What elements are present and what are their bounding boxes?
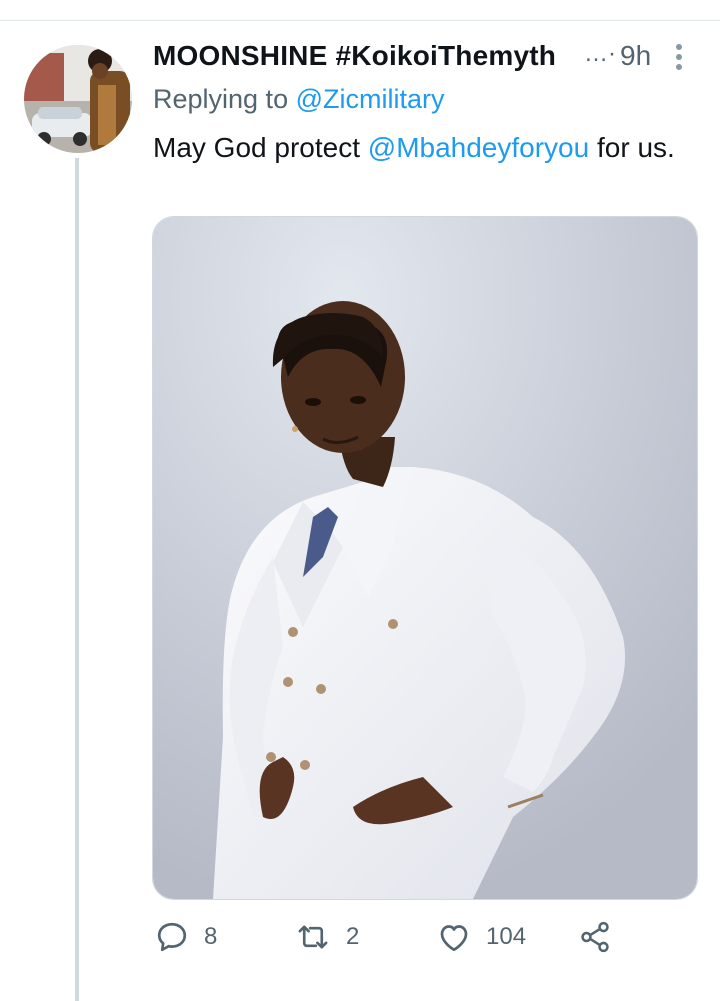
mention-link[interactable]: @Mbahdeyforyou [368,132,589,163]
name-truncation: …· [584,40,616,67]
tweet-text-end: for us. [589,132,675,163]
reply-button[interactable]: 8 [154,915,217,959]
replying-to: Replying to @Zicmilitary [153,84,445,115]
replying-handle-link[interactable]: @Zicmilitary [296,84,445,114]
timestamp[interactable]: 9h [620,40,651,72]
share-icon [578,920,612,954]
top-divider [0,20,720,21]
like-icon [436,919,472,955]
thread-line [75,158,79,1001]
retweet-count: 2 [346,923,360,950]
tweet-text-start: May God protect [153,132,368,163]
tweet-photo[interactable] [152,216,698,900]
tweet-text: May God protect @Mbahdeyforyou for us. [153,128,693,168]
action-bar: 8 2 104 [152,915,692,959]
avatar[interactable] [24,45,132,153]
retweet-icon [294,919,332,955]
like-button[interactable]: 104 [436,915,526,959]
share-button[interactable] [578,915,612,959]
replying-prefix: Replying to [153,84,289,114]
like-count: 104 [486,923,527,950]
reply-count: 8 [204,923,218,950]
reply-icon [154,919,190,955]
more-icon[interactable] [670,43,688,71]
retweet-button[interactable]: 2 [294,915,359,959]
display-name[interactable]: MOONSHINE #KoikoiThemyth [153,40,556,72]
